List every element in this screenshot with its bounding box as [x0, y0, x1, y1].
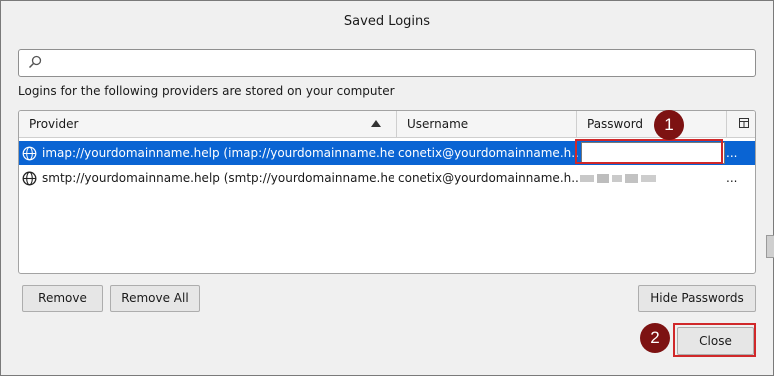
table-header: Provider Username Password — [19, 111, 755, 138]
search-input[interactable] — [18, 49, 756, 77]
password-highlight-box — [575, 139, 723, 164]
hide-passwords-button[interactable]: Hide Passwords — [638, 285, 756, 312]
row-provider: imap://yourdomainname.help (imap://yourd… — [42, 146, 394, 160]
column-provider-label: Provider — [29, 117, 79, 131]
row-username: conetix@yourdomainname.h... — [398, 146, 578, 160]
column-username-label: Username — [407, 117, 469, 131]
close-highlight-box — [673, 323, 756, 357]
search-icon — [28, 55, 42, 69]
globe-icon — [22, 171, 37, 186]
column-password[interactable]: Password — [576, 111, 726, 137]
column-provider[interactable]: Provider — [19, 111, 396, 137]
masked-password — [580, 174, 656, 183]
column-password-label: Password — [587, 117, 644, 131]
table-row[interactable]: smtp://yourdomainname.help (smtp://yourd… — [19, 166, 755, 190]
logins-table[interactable]: Provider Username Password imap://yourdo… — [18, 110, 756, 274]
row-provider: smtp://yourdomainname.help (smtp://yourd… — [42, 171, 394, 185]
row-overflow: ... — [726, 146, 738, 160]
row-username: conetix@yourdomainname.h... — [398, 171, 578, 185]
column-username[interactable]: Username — [396, 111, 576, 137]
sort-ascending-icon — [371, 120, 381, 127]
remove-all-button[interactable]: Remove All — [110, 285, 200, 312]
column-picker-icon — [739, 118, 749, 128]
column-picker-button[interactable] — [726, 111, 755, 137]
row-overflow: ... — [726, 171, 738, 185]
step-badge-2: 2 — [640, 323, 670, 353]
dialog-title: Saved Logins — [343, 14, 431, 29]
globe-icon — [22, 146, 37, 161]
step-badge-1: 1 — [654, 110, 684, 140]
saved-logins-dialog: Saved Logins Logins for the following pr… — [0, 0, 774, 376]
remove-button[interactable]: Remove — [22, 285, 103, 312]
description-text: Logins for the following providers are s… — [18, 84, 395, 98]
resize-grip — [766, 235, 774, 258]
